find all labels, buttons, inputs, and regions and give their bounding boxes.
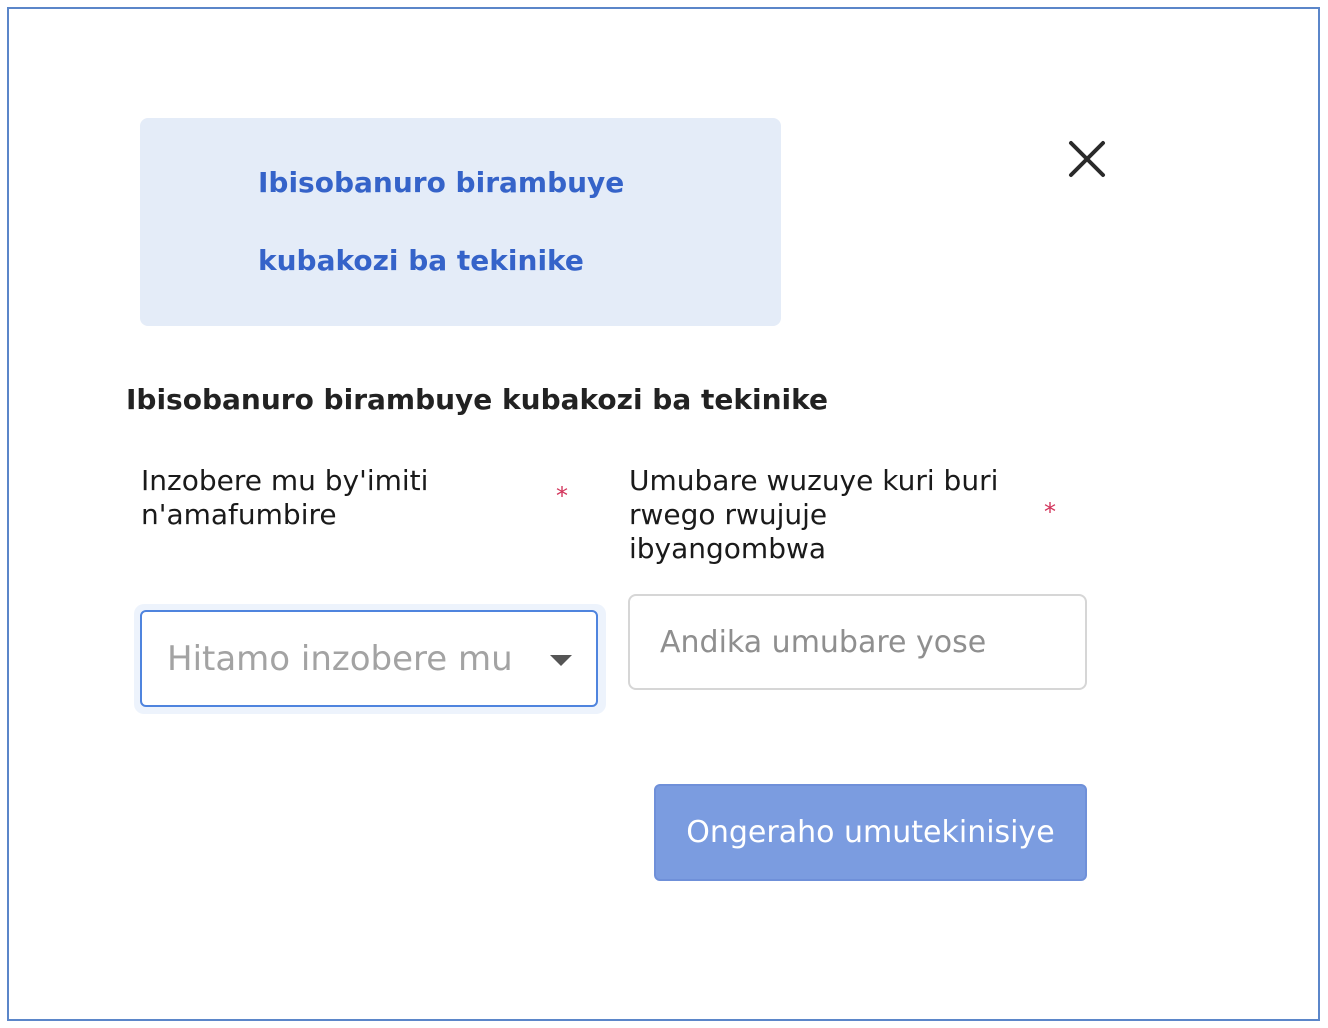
banner-title-line-1: Ibisobanuro birambuye	[258, 166, 625, 199]
expertise-field-label: Inzobere mu by'imiti n'amafumbire	[141, 464, 429, 531]
required-marker: *	[1044, 498, 1056, 526]
section-title: Ibisobanuro birambuye kubakozi ba tekini…	[126, 383, 828, 416]
expertise-select[interactable]: Hitamo inzobere mu by'imiti	[140, 610, 598, 707]
count-field-label: Umubare wuzuye kuri buri rwego rwujuje i…	[629, 464, 999, 565]
info-banner: Ibisobanuro birambuye kubakozi ba tekini…	[140, 118, 781, 326]
expertise-select-placeholder: Hitamo inzobere mu by'imiti	[167, 639, 512, 679]
close-icon	[1069, 141, 1105, 177]
count-input[interactable]	[628, 594, 1087, 690]
add-technician-button[interactable]: Ongeraho umutekinisiye	[654, 784, 1087, 881]
required-marker: *	[556, 482, 568, 510]
banner-title-line-2: kubakozi ba tekinike	[258, 244, 584, 277]
chevron-down-icon	[550, 655, 572, 666]
close-button[interactable]	[1064, 136, 1110, 182]
